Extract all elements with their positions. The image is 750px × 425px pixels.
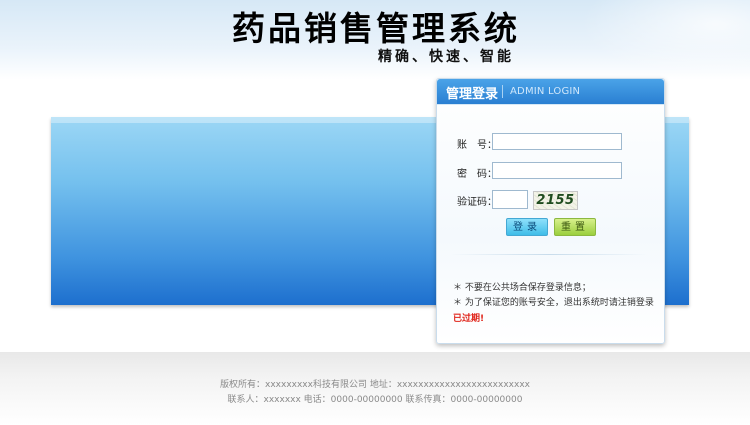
system-slogan: 精确、快速、智能	[378, 49, 514, 65]
header-separator	[502, 85, 503, 98]
code-label: 验证码：	[457, 197, 497, 208]
account-input[interactable]	[492, 133, 622, 150]
login-panel: 管理登录 ADMIN LOGIN 账 号： 密 码： 验证码： 2155 登录 …	[436, 78, 665, 344]
login-panel-subtitle: ADMIN LOGIN	[510, 86, 581, 97]
footer-contact: 联系人：xxxxxxx 电话：0000-00000000 联系传真：0000-0…	[227, 395, 523, 405]
security-note-1: ＊ 不要在公共场合保存登录信息；	[453, 283, 591, 293]
password-input[interactable]	[492, 162, 622, 179]
reset-button[interactable]: 重置	[554, 218, 596, 236]
captcha-image[interactable]: 2155	[533, 191, 578, 210]
password-label: 密 码：	[457, 169, 497, 180]
login-button[interactable]: 登录	[506, 218, 548, 236]
panel-divider	[451, 254, 647, 255]
footer-copyright: 版权所有：xxxxxxxxx科技有限公司 地址：xxxxxxxxxxxxxxxx…	[220, 380, 530, 390]
footer: 版权所有：xxxxxxxxx科技有限公司 地址：xxxxxxxxxxxxxxxx…	[0, 352, 750, 425]
security-note-2: ＊ 为了保证您的账号安全，退出系统时请注销登录	[453, 298, 654, 308]
expired-notice: 已过期!	[453, 314, 485, 324]
login-panel-title: 管理登录	[446, 87, 499, 102]
system-title: 药品销售管理系统	[232, 9, 520, 48]
verification-code-input[interactable]	[492, 190, 528, 209]
account-label: 账 号：	[457, 140, 497, 151]
login-panel-header: 管理登录 ADMIN LOGIN	[437, 79, 664, 105]
